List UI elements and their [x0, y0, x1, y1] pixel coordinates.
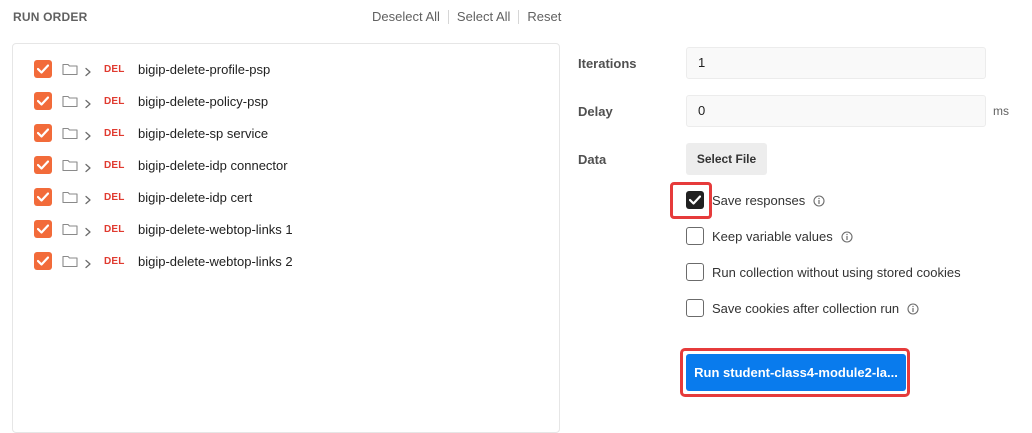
chevron-right-icon[interactable] [84, 256, 92, 269]
request-method: DEL [104, 159, 125, 171]
reset-link[interactable]: Reset [519, 9, 569, 24]
request-checkbox[interactable] [34, 188, 52, 206]
request-row[interactable]: DEL bigip-delete-sp service [34, 122, 268, 144]
iterations-input[interactable]: 1 [686, 47, 986, 79]
select-file-button[interactable]: Select File [686, 143, 767, 175]
data-label: Data [578, 152, 607, 167]
folder-icon [62, 62, 78, 76]
request-name: bigip-delete-webtop-links 2 [138, 253, 293, 269]
request-method: DEL [104, 63, 125, 75]
option-label: Save cookies after collection run [712, 300, 900, 316]
request-method: DEL [104, 191, 125, 203]
deselect-all-link[interactable]: Deselect All [364, 9, 448, 24]
request-checkbox[interactable] [34, 124, 52, 142]
request-row[interactable]: DEL bigip-delete-idp connector [34, 154, 288, 176]
folder-icon [62, 126, 78, 140]
request-method: DEL [104, 95, 125, 107]
chevron-right-icon[interactable] [84, 64, 92, 77]
chevron-right-icon[interactable] [84, 96, 92, 109]
runner-option[interactable]: Run collection without using stored cook… [686, 262, 961, 282]
request-row[interactable]: DEL bigip-delete-webtop-links 2 [34, 250, 293, 272]
request-name: bigip-delete-idp cert [138, 189, 253, 205]
info-icon[interactable] [813, 194, 825, 207]
option-checkbox[interactable] [686, 263, 704, 281]
request-row[interactable]: DEL bigip-delete-profile-psp [34, 58, 270, 80]
option-checkbox[interactable] [686, 299, 704, 317]
request-name: bigip-delete-policy-psp [138, 93, 269, 109]
folder-icon [62, 190, 78, 204]
run-collection-button[interactable]: Run student-class4-module2-la... [686, 354, 906, 391]
request-name: bigip-delete-sp service [138, 125, 269, 141]
runner-option[interactable]: Keep variable values [686, 226, 853, 246]
request-method: DEL [104, 255, 125, 267]
request-row[interactable]: DEL bigip-delete-webtop-links 1 [34, 218, 293, 240]
run-order-actions: Deselect All Select All Reset [364, 9, 569, 24]
request-checkbox[interactable] [34, 252, 52, 270]
save-responses-highlight [670, 182, 712, 219]
delay-label: Delay [578, 104, 613, 119]
chevron-right-icon[interactable] [84, 160, 92, 173]
request-checkbox[interactable] [34, 92, 52, 110]
chevron-right-icon[interactable] [84, 128, 92, 141]
folder-icon [62, 94, 78, 108]
request-name: bigip-delete-webtop-links 1 [138, 221, 293, 237]
request-name: bigip-delete-idp connector [138, 157, 288, 173]
chevron-right-icon[interactable] [84, 192, 92, 205]
folder-icon [62, 254, 78, 268]
folder-icon [62, 222, 78, 236]
info-icon[interactable] [907, 302, 919, 315]
request-row[interactable]: DEL bigip-delete-policy-psp [34, 90, 268, 112]
iterations-label: Iterations [578, 56, 637, 71]
option-label: Run collection without using stored cook… [712, 264, 961, 280]
select-all-link[interactable]: Select All [449, 9, 518, 24]
folder-icon [62, 158, 78, 172]
chevron-right-icon[interactable] [84, 224, 92, 237]
delay-unit: ms [993, 104, 1009, 118]
request-name: bigip-delete-profile-psp [138, 61, 271, 77]
request-row[interactable]: DEL bigip-delete-idp cert [34, 186, 252, 208]
runner-option[interactable]: Save cookies after collection run [686, 298, 919, 318]
option-label: Save responses [712, 192, 806, 208]
request-method: DEL [104, 223, 125, 235]
run-order-title: RUN ORDER [13, 10, 88, 24]
option-checkbox[interactable] [686, 227, 704, 245]
request-checkbox[interactable] [34, 60, 52, 78]
request-checkbox[interactable] [34, 220, 52, 238]
request-method: DEL [104, 127, 125, 139]
request-checkbox[interactable] [34, 156, 52, 174]
option-label: Keep variable values [712, 228, 833, 244]
info-icon[interactable] [841, 230, 853, 243]
delay-input[interactable]: 0 [686, 95, 986, 127]
